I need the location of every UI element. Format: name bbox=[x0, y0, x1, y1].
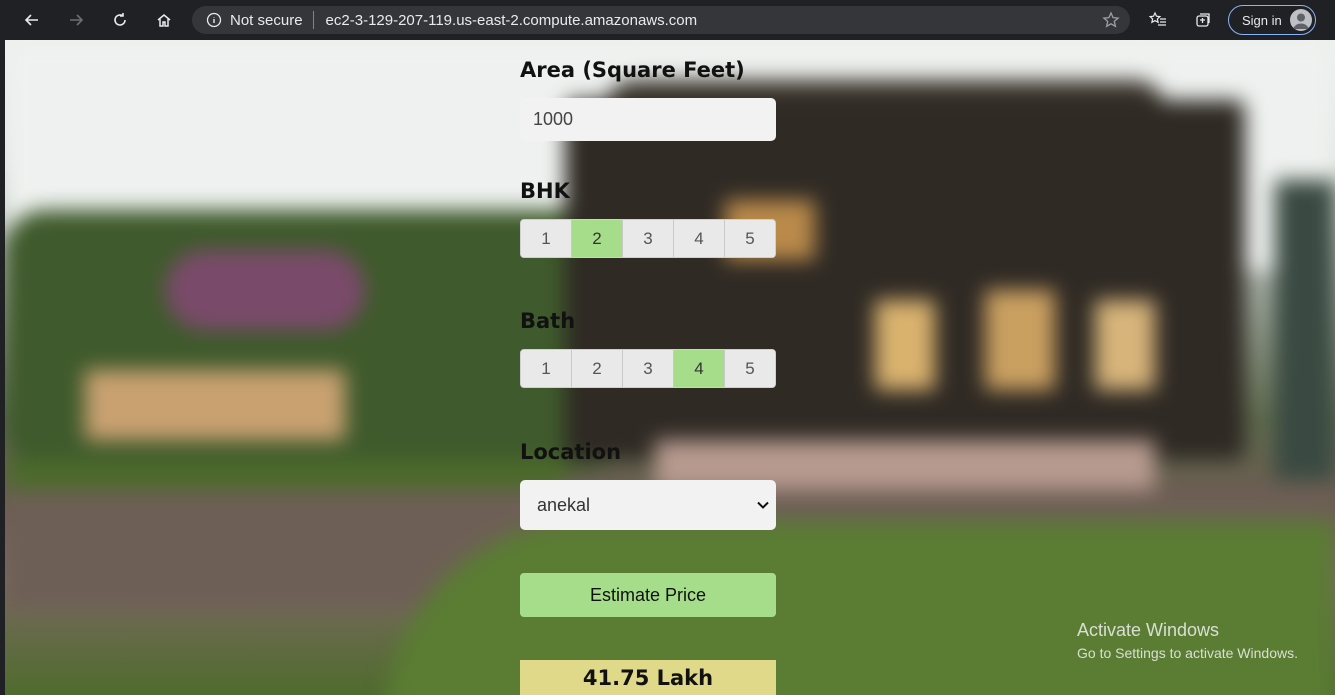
bath-option-2[interactable]: 2 bbox=[572, 350, 623, 387]
bhk-selector: 1 2 3 4 5 bbox=[520, 219, 776, 258]
reload-icon[interactable] bbox=[105, 5, 135, 35]
home-icon[interactable] bbox=[149, 5, 179, 35]
bhk-option-1[interactable]: 1 bbox=[521, 220, 572, 257]
sign-in-button[interactable]: Sign in bbox=[1228, 5, 1316, 35]
watermark-subtitle: Go to Settings to activate Windows. bbox=[1077, 645, 1298, 661]
bhk-option-5[interactable]: 5 bbox=[725, 220, 775, 257]
collections-icon[interactable] bbox=[1188, 5, 1218, 35]
bath-option-4[interactable]: 4 bbox=[674, 350, 725, 387]
bhk-option-3[interactable]: 3 bbox=[623, 220, 674, 257]
windows-activation-watermark: Activate Windows Go to Settings to activ… bbox=[1077, 620, 1298, 661]
bath-option-5[interactable]: 5 bbox=[725, 350, 775, 387]
browser-toolbar: Not secure ec2-3-129-207-119.us-east-2.c… bbox=[0, 0, 1335, 40]
price-result: 41.75 Lakh bbox=[520, 660, 776, 695]
chevron-down-icon bbox=[757, 501, 769, 509]
page-viewport: Area (Square Feet) 1000 BHK 1 2 3 4 5 Ba… bbox=[5, 40, 1335, 695]
divider bbox=[312, 11, 314, 29]
favorites-icon[interactable] bbox=[1143, 5, 1173, 35]
area-label: Area (Square Feet) bbox=[520, 58, 745, 82]
area-input[interactable]: 1000 bbox=[520, 98, 776, 141]
estimate-price-button[interactable]: Estimate Price bbox=[520, 573, 776, 617]
forward-icon[interactable] bbox=[61, 5, 91, 35]
watermark-title: Activate Windows bbox=[1077, 620, 1220, 640]
location-label: Location bbox=[520, 440, 622, 464]
location-selected-value: anekal bbox=[537, 494, 591, 515]
bookmark-star-icon[interactable] bbox=[1102, 11, 1120, 29]
bath-option-1[interactable]: 1 bbox=[521, 350, 572, 387]
bath-selector: 1 2 3 4 5 bbox=[520, 349, 776, 388]
bath-label: Bath bbox=[520, 309, 576, 333]
avatar-icon bbox=[1290, 9, 1312, 31]
bhk-option-2[interactable]: 2 bbox=[572, 220, 623, 257]
bhk-label: BHK bbox=[520, 179, 570, 203]
url-text: ec2-3-129-207-119.us-east-2.compute.amaz… bbox=[325, 11, 698, 29]
bath-option-3[interactable]: 3 bbox=[623, 350, 674, 387]
security-status: Not secure bbox=[230, 11, 303, 29]
sign-in-label: Sign in bbox=[1242, 12, 1282, 28]
bhk-option-4[interactable]: 4 bbox=[674, 220, 725, 257]
location-select[interactable]: anekal bbox=[520, 480, 776, 530]
info-icon[interactable] bbox=[206, 12, 222, 28]
address-bar[interactable]: Not secure ec2-3-129-207-119.us-east-2.c… bbox=[192, 6, 1130, 34]
back-icon[interactable] bbox=[17, 5, 47, 35]
